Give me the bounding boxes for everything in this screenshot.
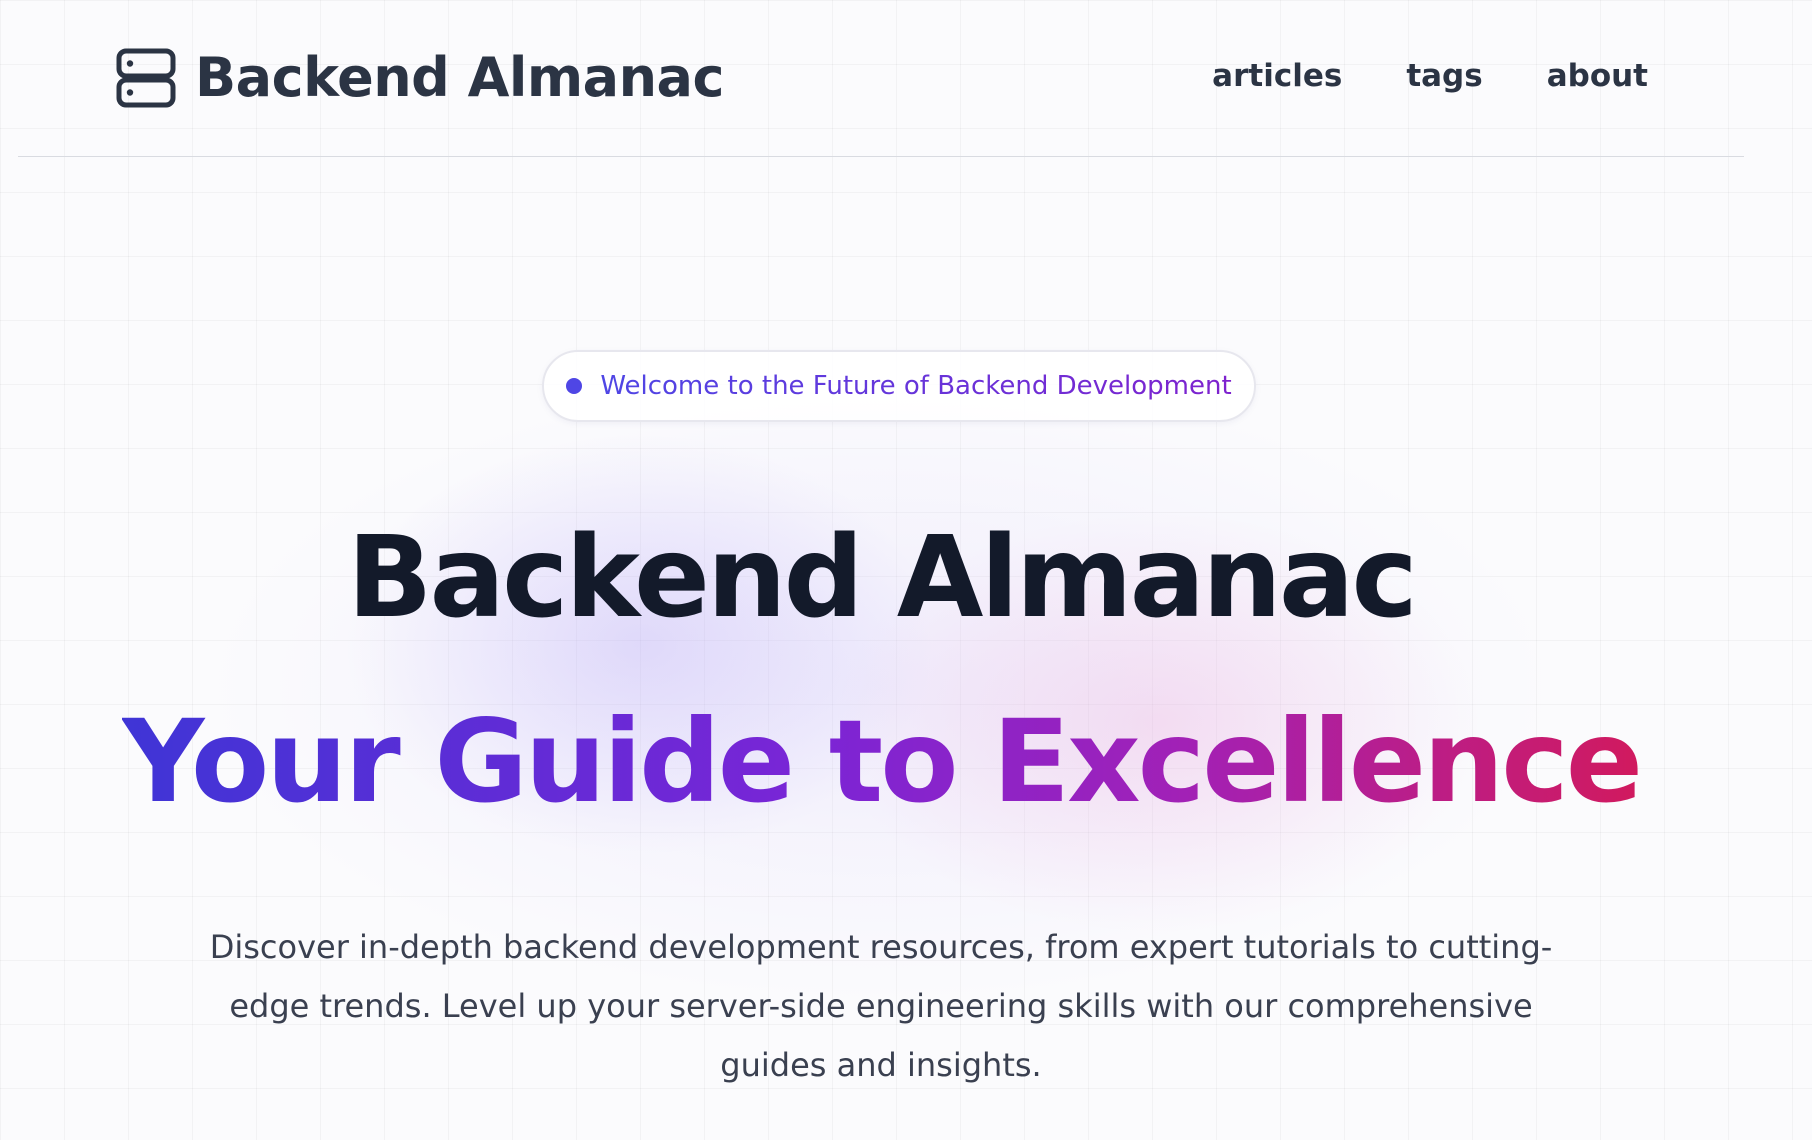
hero-section: Welcome to the Future of Backend Develop… (18, 270, 1744, 1140)
nav-link-articles[interactable]: articles (1212, 58, 1342, 94)
brand-name: Backend Almanac (195, 46, 725, 109)
site-header: Backend Almanac articles tags about (18, 0, 1744, 157)
server-icon (116, 48, 176, 107)
hero-subtitle-text: Your Guide to Excellence (121, 695, 1643, 828)
nav-link-tags[interactable]: tags (1406, 58, 1482, 94)
badge-dot-icon (566, 378, 583, 394)
badge-text: Welcome to the Future of Backend Develop… (600, 371, 1232, 401)
hero-description: Discover in-depth backend development re… (209, 928, 1553, 1084)
brand-link[interactable]: Backend Almanac (115, 46, 725, 109)
main-nav: articles tags about (1212, 58, 1648, 94)
welcome-badge: Welcome to the Future of Backend Develop… (542, 350, 1256, 422)
nav-link-about[interactable]: about (1547, 58, 1648, 94)
hero-subtitle: Your Guide to Excellence (18, 705, 1744, 819)
hero-title: Backend Almanac (347, 513, 1418, 643)
